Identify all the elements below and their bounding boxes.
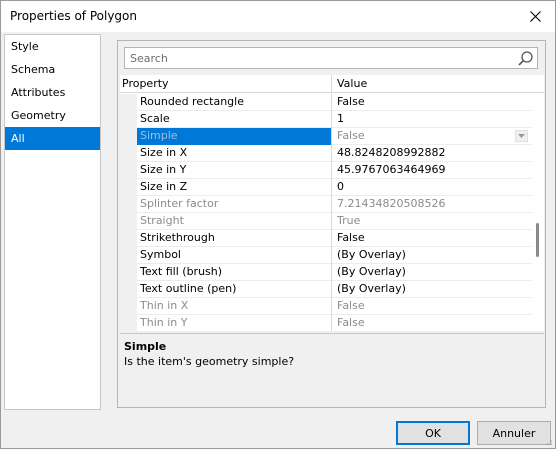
property-grid: Property Value Rounded rectangle False Sca… (120, 75, 544, 331)
property-row[interactable]: Size in Y 45.9767063464969 (120, 162, 532, 179)
property-value-cell: False (337, 299, 365, 312)
row-gutter (120, 247, 137, 264)
category-sidebar: Style Schema Attributes Geometry All (4, 34, 101, 410)
row-gutter (120, 213, 137, 230)
row-gutter (120, 196, 137, 213)
property-value-cell: True (337, 214, 361, 227)
description-title: Simple (124, 340, 167, 353)
property-value-cell[interactable]: 45.9767063464969 (333, 162, 532, 179)
property-row[interactable]: Text fill (brush) (By Overlay) (120, 264, 532, 281)
property-row[interactable]: Straight True (120, 213, 532, 230)
property-name-cell[interactable]: Text outline (pen) (137, 281, 332, 298)
row-gutter (120, 264, 137, 281)
property-name-cell[interactable]: Text fill (brush) (137, 264, 332, 281)
cancel-button[interactable]: Annuler (477, 421, 551, 445)
search-input[interactable] (125, 48, 515, 68)
property-value-cell: False (337, 316, 365, 329)
property-name-cell[interactable]: Strikethrough (137, 230, 332, 247)
property-name-cell[interactable]: Scale (137, 111, 332, 128)
property-row[interactable]: Size in X 48.8248208992882 (120, 145, 532, 162)
search-icon[interactable] (517, 50, 534, 67)
property-name-cell[interactable]: Rounded rectangle (137, 94, 332, 111)
property-value-cell[interactable]: 1 (333, 111, 532, 128)
property-name-cell[interactable]: Splinter factor (137, 196, 332, 213)
ok-button[interactable]: OK (396, 421, 470, 445)
property-value-cell[interactable]: False (333, 230, 532, 247)
property-row[interactable]: Splinter factor 7.21434820508526 (120, 196, 532, 213)
property-row[interactable]: Size in Z0 (120, 179, 532, 196)
properties-panel: Property Value Rounded rectangleFalseSca… (117, 40, 546, 408)
description-pane: Simple Is the item's geometry simple? (120, 333, 544, 405)
property-rows: Rounded rectangle False Scale 1 Simple False S… (120, 94, 532, 331)
property-name-cell[interactable]: Symbol (137, 247, 332, 264)
close-button[interactable] (515, 1, 555, 32)
property-row[interactable]: Strikethrough False (120, 230, 532, 247)
column-header-value[interactable]: Value (333, 75, 541, 93)
search-box (124, 47, 538, 69)
window-title: Properties of Polygon (10, 9, 137, 23)
resize-grip-icon[interactable] (543, 436, 553, 446)
row-gutter (120, 298, 137, 315)
vertical-scrollbar[interactable] (532, 94, 544, 331)
property-name-cell[interactable]: Size in Y (137, 162, 332, 179)
property-row[interactable]: Text outline (pen) (By Overlay) (120, 281, 532, 298)
property-name-cell[interactable]: Thin in Y (137, 315, 332, 331)
property-value-cell[interactable]: 48.8248208992882 (333, 145, 532, 162)
property-row[interactable]: Thin in Y False (120, 315, 532, 331)
grid-header: Property Value (120, 75, 544, 93)
property-value-cell[interactable]: (By Overlay) (333, 247, 532, 264)
chevron-down-icon[interactable] (515, 130, 528, 142)
property-row[interactable]: Symbol (By Overlay) (120, 247, 532, 264)
properties-dialog: Properties of Polygon Style Schema Attribu… (0, 0, 556, 449)
row-gutter (120, 230, 137, 247)
row-gutter (120, 128, 137, 145)
scrollbar-thumb[interactable] (536, 223, 539, 257)
property-name-cell[interactable]: Straight (137, 213, 332, 230)
property-row[interactable]: Simple False (120, 128, 532, 145)
property-value-cell[interactable]: (By Overlay) (333, 264, 532, 281)
sidebar-item-all[interactable]: All (5, 127, 100, 150)
sidebar-item-attributes[interactable]: Attributes (5, 81, 100, 104)
row-gutter (120, 315, 137, 331)
property-value-cell[interactable]: False (333, 94, 532, 111)
row-gutter (120, 162, 137, 179)
sidebar-item-style[interactable]: Style (5, 35, 100, 58)
property-name-cell[interactable]: Size in Z (137, 179, 332, 196)
close-icon (529, 11, 541, 22)
column-header-property[interactable]: Property (120, 75, 332, 93)
property-row[interactable]: Scale 1 (120, 111, 532, 128)
property-value-cell[interactable]: False (333, 128, 532, 145)
sidebar-item-schema[interactable]: Schema (5, 58, 100, 81)
property-value-cell: 7.21434820508526 (337, 197, 446, 210)
row-gutter (120, 179, 137, 196)
description-text: Is the item's geometry simple? (124, 355, 295, 368)
sidebar-item-geometry[interactable]: Geometry (5, 104, 100, 127)
property-name-cell[interactable]: Thin in X (137, 298, 332, 315)
row-gutter (120, 94, 137, 111)
title-bar[interactable]: Properties of Polygon (1, 1, 555, 32)
property-row[interactable]: Rounded rectangle False (120, 94, 532, 111)
property-name-cell[interactable]: Size in X (137, 145, 332, 162)
property-row[interactable]: Thin in X False (120, 298, 532, 315)
row-gutter (120, 111, 137, 128)
property-value-cell[interactable]: (By Overlay) (333, 281, 532, 298)
property-value-cell[interactable]: 0 (333, 179, 532, 196)
property-name-cell[interactable]: Simple (137, 128, 332, 145)
row-gutter (120, 145, 137, 162)
row-gutter (120, 281, 137, 298)
